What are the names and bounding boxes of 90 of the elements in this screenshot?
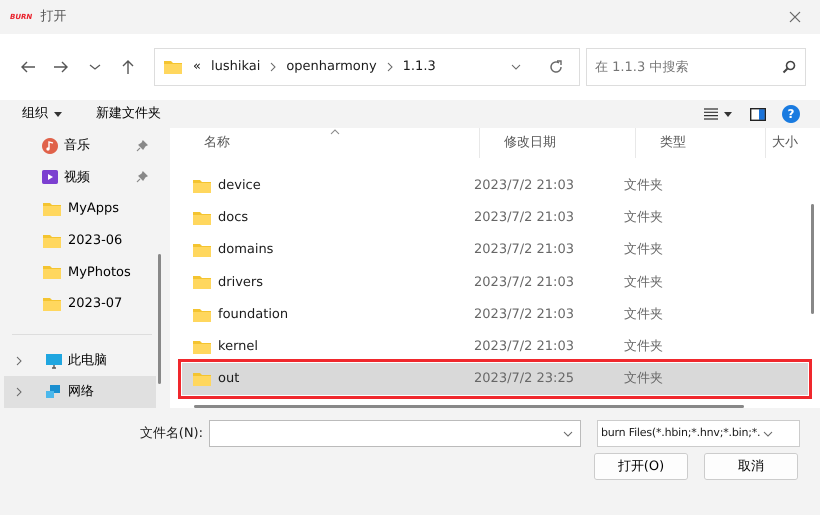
monitor-icon [46,352,62,369]
sidebar-item[interactable]: 音乐 [4,130,156,162]
sidebar-item[interactable]: 视频 [4,162,156,194]
file-row[interactable]: drivers 2023/7/2 21:03 文件夹 [182,266,808,298]
modified-date: 2023/7/2 21:03 [473,176,575,195]
file-row[interactable]: device 2023/7/2 21:03 文件夹 [182,169,808,202]
organize-button[interactable]: 组织 [20,104,64,124]
file-row[interactable]: out 2023/7/2 23:25 文件夹 [182,362,808,396]
back-arrow-icon [20,59,36,75]
view-options-button[interactable] [702,108,734,120]
scrollbar-thumb[interactable] [194,405,744,408]
file-type: 文件夹 [624,370,664,388]
folder-icon [192,338,212,355]
column-header[interactable]: 名称 [182,128,480,158]
folder-icon [42,201,62,218]
chevron-right-icon [16,387,22,398]
folder-icon [192,210,212,226]
file-row[interactable]: kernel 2023/7/2 21:03 文件夹 [182,330,808,363]
file-name: docs [218,209,248,228]
sidebar-item[interactable]: 2023-07 [4,288,156,320]
file-type: 文件夹 [624,274,664,292]
file-type-dropdown[interactable]: burn Files(*.hbin;*.hnv;*.bin;*. [597,420,800,447]
file-type: 文件夹 [624,306,664,324]
folder-icon [192,274,212,290]
folder-icon [42,264,62,280]
scrollbar-thumb[interactable] [158,254,161,384]
breadcrumb[interactable]: lushikai [210,57,260,77]
dialog-button[interactable]: 取消 [704,453,798,480]
sort-ascending-icon [330,129,340,135]
folder-icon [42,232,62,249]
search-field[interactable]: 在 1.1.3 中搜索 [586,48,806,86]
search-icon [782,60,796,74]
address-bar[interactable]: « lushikai openharmony 1.1.3 [154,48,580,86]
close-icon [789,11,801,23]
filename-field[interactable] [209,420,581,447]
file-type: 文件夹 [624,176,664,195]
breadcrumb[interactable]: 1.1.3 [402,57,436,77]
modified-date: 2023/7/2 21:03 [473,274,575,292]
chevron-right-icon [16,356,22,366]
column-header[interactable]: 大小 [766,128,816,158]
preview-pane-icon [750,108,766,120]
modified-date: 2023/7/2 21:03 [473,306,575,324]
modified-date: 2023/7/2 21:03 [473,241,575,260]
new-folder-button[interactable]: 新建文件夹 [94,104,163,124]
file-row[interactable]: docs 2023/7/2 21:03 文件夹 [182,202,808,234]
folder-icon [192,306,212,323]
caret-down-icon [54,112,62,116]
folder-icon [163,59,183,75]
forward-arrow-icon [53,59,70,75]
file-row[interactable]: foundation 2023/7/2 21:03 文件夹 [182,298,808,331]
file-row[interactable]: domains 2023/7/2 21:03 文件夹 [182,234,808,266]
window-title: 打开 [40,8,66,26]
column-header[interactable]: 修改日期 [480,128,636,158]
file-name: drivers [218,274,264,292]
sidebar-item[interactable]: 此电脑 [4,344,156,376]
file-name: device [218,176,261,195]
video-icon [42,169,58,186]
filename-label: 文件名(N): [140,424,203,443]
list-view-icon [704,108,718,120]
music-icon [42,138,58,154]
file-name: foundation [218,306,288,324]
file-name: kernel [218,338,258,356]
folder-icon [192,178,212,194]
sidebar-item[interactable]: MyApps [4,193,156,225]
modified-date: 2023/7/2 21:03 [473,338,575,356]
file-name: domains [218,241,274,260]
file-type: 文件夹 [624,241,664,260]
file-type: 文件夹 [624,209,664,228]
folder-icon [42,296,62,312]
help-button[interactable]: ? [782,105,800,123]
file-type: 文件夹 [624,338,664,356]
network-icon [46,384,62,400]
sidebar-item[interactable]: MyPhotos [4,256,156,288]
caret-down-icon [724,112,732,116]
modified-date: 2023/7/2 23:25 [473,370,575,388]
dialog-button[interactable]: 打开(O) [594,453,688,480]
sidebar-item[interactable]: 网络 [4,376,156,408]
breadcrumb[interactable]: openharmony [286,57,377,77]
path-overflow[interactable]: « [193,57,201,77]
chevron-right-icon [270,62,276,72]
file-name: out [218,370,240,388]
chevron-right-icon [386,62,393,72]
refresh-icon [548,59,564,75]
preview-pane-button[interactable] [748,108,768,120]
column-header[interactable]: 类型 [636,128,766,158]
folder-icon [192,371,212,388]
modified-date: 2023/7/2 21:03 [473,209,575,228]
sidebar-item[interactable]: 2023-06 [4,224,156,257]
folder-icon [192,242,212,258]
scrollbar-thumb[interactable] [811,204,814,314]
